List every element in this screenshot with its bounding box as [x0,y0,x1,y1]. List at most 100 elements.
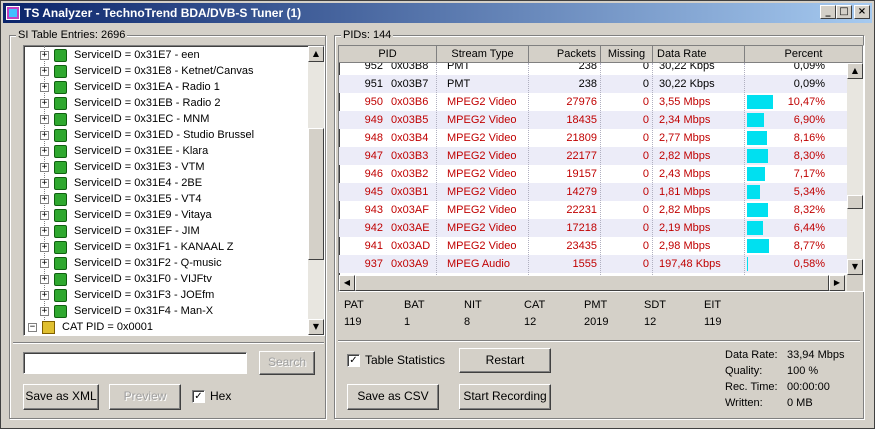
expand-icon[interactable]: + [40,114,49,124]
count-value: 8 [464,316,471,328]
tree-node-service[interactable]: + ServiceID = 0x31F0 - VIJFtv [40,271,212,287]
scroll-right-icon[interactable]: ▶ [829,275,845,291]
table-row[interactable]: 948 0x03B4 MPEG2 Video 21809 0 2,77 Mbps 8,16% [339,129,847,147]
service-node-icon [54,128,67,142]
expand-icon[interactable]: + [40,66,49,76]
expand-icon[interactable]: + [40,50,49,60]
preview-button[interactable]: Preview [109,384,181,410]
search-input[interactable] [23,352,247,374]
collapse-icon[interactable]: − [28,322,37,332]
table-row[interactable]: 946 0x03B2 MPEG2 Video 19157 0 2,43 Mbps 7,17% [339,165,847,183]
count-value: 119 [704,316,722,328]
title-bar[interactable]: TS Analyzer - TechnoTrend BDA/DVB-S Tune… [3,3,872,23]
scroll-left-icon[interactable]: ◀ [339,275,355,291]
table-row[interactable]: 950 0x03B6 MPEG2 Video 27976 0 3,55 Mbps 10,47… [339,93,847,111]
tree-node-service[interactable]: + ServiceID = 0x31EB - Radio 2 [40,95,220,111]
tree-node-service[interactable]: + ServiceID = 0x31F1 - KANAAL Z [40,239,233,255]
tree-node-service[interactable]: + ServiceID = 0x31F4 - Man-X [40,303,213,319]
cell-rate: 2,77 Mbps [659,132,711,144]
scroll-down-icon[interactable]: ▼ [847,259,863,275]
tree-node-service[interactable]: + ServiceID = 0x31E7 - een [40,47,200,63]
cell-percent: 8,30% [793,150,825,162]
expand-icon[interactable]: + [40,210,49,220]
column-header[interactable]: PID [339,46,437,63]
expand-icon[interactable]: + [40,98,49,108]
si-tree[interactable]: + ServiceID = 0x31E7 - een + ServiceID = 0x… [23,45,325,336]
close-button[interactable]: × [854,5,870,19]
scroll-thumb[interactable] [847,195,863,209]
expand-icon[interactable]: + [40,242,49,252]
hex-checkbox[interactable]: ✓ [192,390,205,403]
expand-icon[interactable]: + [40,290,49,300]
table-row[interactable]: 942 0x03AE MPEG2 Video 17218 0 2,19 Mbps 6,44% [339,219,847,237]
expand-icon[interactable]: + [40,306,49,316]
table-row[interactable]: 937 0x03A9 MPEG Audio 1555 0 197,48 Kbps 0,58% [339,255,847,273]
tree-node-service[interactable]: + ServiceID = 0x31E5 - VT4 [40,191,201,207]
cell-packets: 27976 [566,96,597,108]
cell-rate: 30,22 Kbps [659,63,715,72]
cell-missing: 0 [642,114,649,126]
expand-icon[interactable]: + [40,258,49,268]
minimize-button[interactable]: _ [820,5,836,19]
save-xml-button[interactable]: Save as XML [23,384,99,410]
tree-node-service[interactable]: + ServiceID = 0x31EC - MNM [40,111,209,127]
save-csv-button[interactable]: Save as CSV [347,384,439,410]
expand-icon[interactable]: + [40,226,49,236]
table-statistics-checkbox[interactable]: ✓ [347,354,360,367]
scroll-down-icon[interactable]: ▼ [308,319,324,335]
start-recording-button[interactable]: Start Recording [459,384,551,410]
count-value: 12 [524,316,537,328]
table-row[interactable]: 952 0x03B8 PMT 238 0 30,22 Kbps 0,09% [339,63,847,75]
expand-icon[interactable]: + [40,194,49,204]
table-row[interactable]: 949 0x03B5 MPEG2 Video 18435 0 2,34 Mbps 6,90% [339,111,847,129]
pid-table-vscroll[interactable]: ▲ ▼ [847,63,863,275]
column-header[interactable]: Stream Type [437,46,529,63]
table-row[interactable]: 947 0x03B3 MPEG2 Video 22177 0 2,82 Mbps 8,30% [339,147,847,165]
tree-node-service[interactable]: + ServiceID = 0x31ED - Studio Brussel [40,127,254,143]
tree-node-service[interactable]: + ServiceID = 0x31E4 - 2BE [40,175,202,191]
count-name: NIT [464,299,482,311]
cell-packets: 238 [578,63,597,72]
expand-icon[interactable]: + [40,130,49,140]
table-row[interactable]: 945 0x03B1 MPEG2 Video 14279 0 1,81 Mbps 5,34% [339,183,847,201]
pid-table[interactable]: PID Stream Type Packets Missing Data Rate Per… [338,45,864,292]
cell-missing: 0 [642,258,649,270]
search-button[interactable]: Search [259,351,315,375]
tree-node-service[interactable]: + ServiceID = 0x31E8 - Ketnet/Canvas [40,63,253,79]
maximize-button[interactable]: □ [836,5,852,19]
tree-node-service[interactable]: + ServiceID = 0x31EE - Klara [40,143,208,159]
restart-button[interactable]: Restart [459,348,551,373]
table-row[interactable]: 943 0x03AF MPEG2 Video 22231 0 2,82 Mbps 8,32% [339,201,847,219]
expand-icon[interactable]: + [40,146,49,156]
cell-hex: 0x03B8 [391,63,429,72]
tree-node-service[interactable]: + ServiceID = 0x31EF - JIM [40,223,200,239]
tree-node-service[interactable]: + ServiceID = 0x31F2 - Q-music [40,255,222,271]
expand-icon[interactable]: + [40,82,49,92]
column-header[interactable]: Missing [601,46,653,63]
service-node-icon [54,80,67,94]
column-header[interactable]: Percent [745,46,863,63]
column-header[interactable]: Data Rate [653,46,745,63]
tree-node-service[interactable]: + ServiceID = 0x31F3 - JOEfm [40,287,214,303]
scroll-thumb[interactable] [308,128,324,260]
pid-table-hscroll[interactable]: ◀ ▶ [339,275,847,291]
scroll-up-icon[interactable]: ▲ [847,63,863,79]
scroll-up-icon[interactable]: ▲ [308,46,324,62]
si-tree-scrollbar[interactable]: ▲ ▼ [308,46,324,335]
service-node-icon [54,192,67,206]
hex-label: Hex [210,389,232,403]
tree-node-service[interactable]: + ServiceID = 0x31EA - Radio 1 [40,79,220,95]
service-node-icon [54,304,67,318]
expand-icon[interactable]: + [40,162,49,172]
expand-icon[interactable]: + [40,178,49,188]
expand-icon[interactable]: + [40,274,49,284]
table-row[interactable]: 941 0x03AD MPEG2 Video 23435 0 2,98 Mbps 8,77% [339,237,847,255]
cell-pid: 947 [364,150,383,162]
tree-node-service[interactable]: + ServiceID = 0x31E9 - Vitaya [40,207,212,223]
tree-node-cat[interactable]: − CAT PID = 0x0001 [28,319,153,335]
hscroll-thumb[interactable] [355,275,829,291]
tree-node-label: ServiceID = 0x31E8 - Ketnet/Canvas [74,65,254,77]
column-header[interactable]: Packets [529,46,601,63]
table-row[interactable]: 951 0x03B7 PMT 238 0 30,22 Kbps 0,09% [339,75,847,93]
tree-node-service[interactable]: + ServiceID = 0x31E3 - VTM [40,159,205,175]
